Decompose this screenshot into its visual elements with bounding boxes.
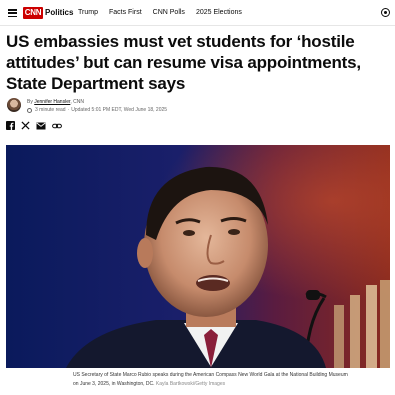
nav-link-trump[interactable]: Trump — [78, 7, 98, 19]
updated-timestamp: Updated 5:01 PM EDT, Wed June 18, 2025 — [71, 107, 168, 113]
article-meta: 3 minute read · Updated 5:01 PM EDT, Wed… — [27, 107, 167, 114]
account-icon[interactable] — [381, 8, 390, 17]
link-icon[interactable] — [52, 122, 62, 130]
photo-credit: Kayla Bartkowski/Getty Images — [155, 381, 226, 387]
top-nav: CNN Politics Trump Facts First CNN Polls… — [0, 0, 395, 26]
email-icon[interactable] — [36, 122, 46, 130]
nav-link-facts-first[interactable]: Facts First — [109, 7, 142, 19]
nav-link-2025-elections[interactable]: 2025 Elections — [196, 7, 242, 19]
nav-links: Trump Facts First CNN Polls 2025 Electio… — [78, 7, 242, 19]
author-link[interactable]: Jennifer Hansler — [34, 99, 70, 105]
article-headline: US embassies must vet students for ‘host… — [6, 32, 361, 93]
image-caption: US Secretary of State Marco Rubio speaks… — [73, 371, 353, 389]
byline-outlet: , CNN — [70, 99, 84, 105]
meta-separator: · — [67, 107, 70, 113]
byline: By Jennifer Hansler, CNN — [27, 99, 84, 106]
nav-link-cnn-polls[interactable]: CNN Polls — [153, 7, 185, 19]
x-icon[interactable] — [21, 121, 30, 130]
read-time: 3 minute read — [35, 107, 66, 113]
article-hero-image[interactable] — [6, 145, 390, 368]
share-bar — [6, 121, 62, 130]
author-avatar[interactable] — [7, 98, 21, 112]
section-title[interactable]: Politics — [45, 7, 73, 19]
clock-icon — [27, 108, 32, 113]
menu-icon[interactable] — [8, 9, 17, 17]
byline-prefix: By — [27, 99, 33, 105]
cnn-logo[interactable]: CNN — [23, 7, 43, 19]
facebook-icon[interactable] — [6, 121, 15, 130]
